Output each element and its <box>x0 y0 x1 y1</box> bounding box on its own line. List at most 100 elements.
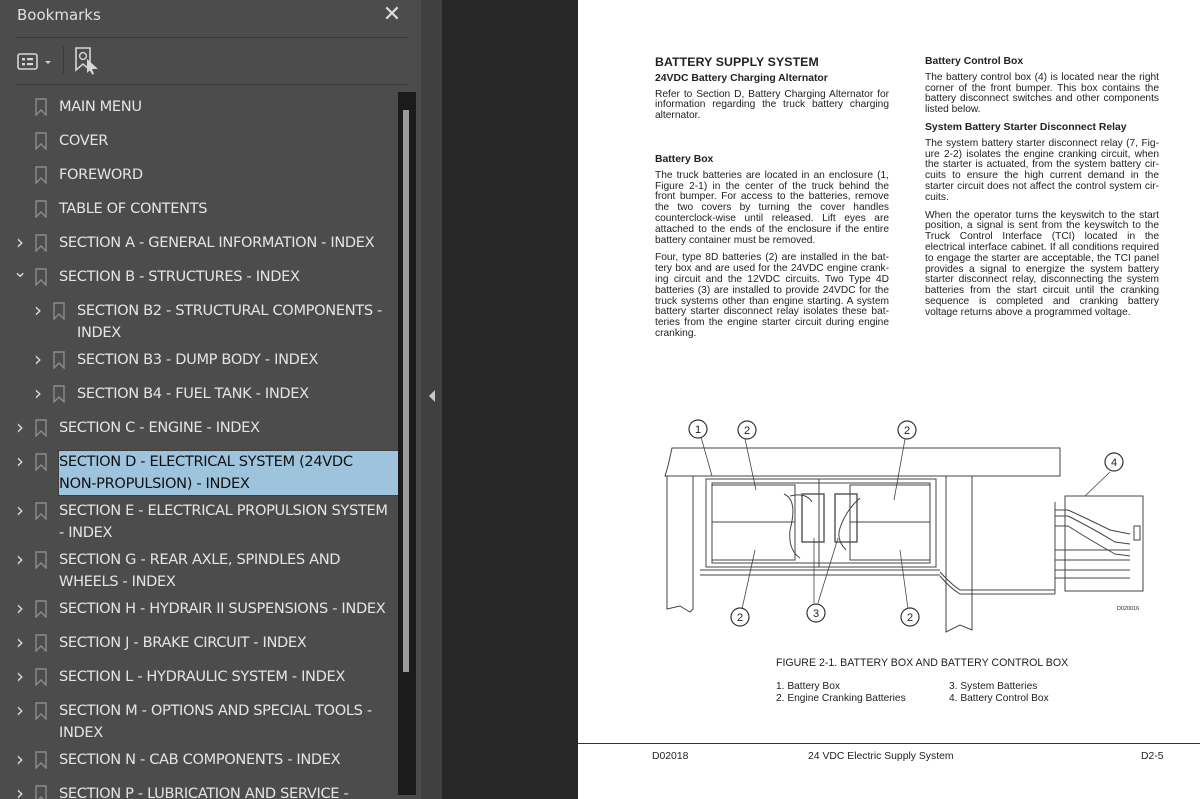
chevron-right-icon[interactable]: › <box>31 349 45 371</box>
bookmark-label: SECTION B4 - FUEL TANK - INDEX <box>77 385 309 402</box>
bookmark-icon <box>35 785 47 799</box>
bookmark-label: SECTION D - ELECTRICAL SYSTEM (24VDC NON… <box>58 450 398 496</box>
bookmark-label: SECTION B2 - STRUCTURAL COMPONENTS - IND… <box>77 302 382 341</box>
battery-control-box <box>1064 495 1144 592</box>
legend-item: 3. System Batteries <box>949 681 1038 692</box>
svg-text:2: 2 <box>737 612 743 624</box>
bookmark-tree: MAIN MENU COVER FOREWORD TABLE OF CONTENTS ›… <box>0 92 398 799</box>
close-icon[interactable]: ✕ <box>381 2 403 28</box>
subheading: System Battery Starter Disconnect Relay <box>925 121 1127 133</box>
right-column: Battery Control Box The battery control … <box>925 56 1159 326</box>
subheading: Battery Box <box>655 153 714 165</box>
bookmark-label: SECTION B - STRUCTURES - INDEX <box>59 268 300 285</box>
chevron-right-icon[interactable]: › <box>31 383 45 405</box>
bookmark-label: SECTION L - HYDRAULIC SYSTEM - INDEX <box>59 668 346 685</box>
bookmarks-toolbar <box>0 40 421 84</box>
battery-box-diagram: 1 2 2 2 2 3 4 D020016 <box>664 419 1144 633</box>
footer-rule <box>578 743 1200 744</box>
section-heading: BATTERY SUPPLY SYSTEM <box>655 55 819 69</box>
chevron-right-icon[interactable]: › <box>13 632 27 654</box>
bookmark-label: SECTION C - ENGINE - INDEX <box>59 419 260 436</box>
bookmark-icon <box>35 600 47 618</box>
svg-text:3: 3 <box>813 608 819 620</box>
left-post <box>666 476 694 613</box>
bookmark-label: SECTION N - CAB COMPONENTS - INDEX <box>59 751 341 768</box>
paragraph: The system battery starter disconnect re… <box>925 137 1159 203</box>
list-options-icon <box>17 53 51 70</box>
bookmark-icon <box>35 668 47 686</box>
find-current-bookmark-icon <box>75 47 98 75</box>
callout-2: 2 <box>900 607 920 627</box>
bookmark-icon <box>35 453 47 471</box>
bookmark-icon <box>35 419 47 437</box>
chevron-right-icon[interactable]: › <box>13 549 27 571</box>
scrollbar-thumb[interactable] <box>403 110 409 672</box>
subheading: Battery Control Box <box>925 56 1024 67</box>
bookmark-icon <box>35 268 47 286</box>
options-menu-button[interactable] <box>16 50 56 74</box>
bookmark-label: MAIN MENU <box>59 98 142 115</box>
bookmark-label: COVER <box>59 132 109 149</box>
footer-title: 24 VDC Electric Supply System <box>808 751 954 762</box>
paragraph: The battery control box (4) is located n… <box>925 71 1159 116</box>
legend-item: 4. Battery Control Box <box>949 692 1049 704</box>
system-battery <box>834 493 858 543</box>
bookmark-icon <box>35 132 47 150</box>
bookmark-label: SECTION G - REAR AXLE, SPINDLES AND WHEE… <box>59 551 341 590</box>
chevron-right-icon[interactable]: › <box>13 598 27 620</box>
chevron-down-icon[interactable]: ⌄ <box>13 264 27 288</box>
bookmarks-header: Bookmarks ✕ <box>0 0 421 38</box>
bookmark-icon <box>35 702 47 720</box>
bookmark-label: TABLE OF CONTENTS <box>59 200 208 217</box>
paragraph: When the operator turns the keyswitch to… <box>925 209 1159 318</box>
callout-2: 2 <box>737 420 757 440</box>
bookmark-label: SECTION B3 - DUMP BODY - INDEX <box>77 351 319 368</box>
collapse-panel-arrow-icon[interactable] <box>428 389 436 403</box>
find-current-bookmark-button[interactable] <box>73 46 101 76</box>
bookmark-label: SECTION H - HYDRAIR II SUSPENSIONS - IND… <box>59 600 386 617</box>
chevron-right-icon[interactable]: › <box>13 232 27 254</box>
bookmark-label: SECTION J - BRAKE CIRCUIT - INDEX <box>59 634 307 651</box>
bookmark-label: SECTION P - LUBRICATION AND SERVICE - <box>59 785 349 799</box>
toolbar-separator <box>63 46 64 74</box>
bookmark-label: SECTION M - OPTIONS AND SPECIAL TOOLS - … <box>59 702 372 741</box>
svg-text:1: 1 <box>695 424 701 436</box>
chevron-right-icon[interactable]: › <box>13 749 27 771</box>
panel-title: Bookmarks <box>17 6 101 24</box>
figure-caption: FIGURE 2-1. BATTERY BOX AND BATTERY CONT… <box>776 657 1069 669</box>
subheading: 24VDC Battery Charging Alternator <box>655 72 828 84</box>
battery-box <box>705 478 937 568</box>
bookmark-icon <box>35 234 47 252</box>
bookmarks-panel: Bookmarks ✕ MAIN MENU COVER FOREWORD TABLE … <box>0 0 421 799</box>
left-column: BATTERY SUPPLY SYSTEM 24VDC Battery Char… <box>655 55 889 347</box>
chevron-right-icon[interactable]: › <box>13 700 27 722</box>
paragraph: The truck batteries are located in an en… <box>655 169 889 246</box>
chevron-right-icon[interactable]: › <box>13 451 27 473</box>
legend-item: 1. Battery Box <box>776 681 840 692</box>
chevron-right-icon[interactable]: › <box>13 666 27 688</box>
chevron-right-icon[interactable]: › <box>13 500 27 522</box>
chevron-right-icon[interactable]: › <box>13 783 27 799</box>
bookmark-icon <box>35 634 47 652</box>
chevron-right-icon[interactable]: › <box>13 417 27 439</box>
bookmark-icon <box>35 166 47 184</box>
bookmark-icon <box>35 551 47 569</box>
footer-page-number: D2-5 <box>1141 751 1164 762</box>
bookmark-label: FOREWORD <box>59 166 143 183</box>
system-battery <box>801 493 825 543</box>
divider <box>16 84 408 85</box>
bumper-beam <box>664 447 1061 477</box>
paragraph: Refer to Section D, Battery Charging Alt… <box>655 88 889 122</box>
callout-4: 4 <box>1104 452 1124 472</box>
svg-text:2: 2 <box>907 612 913 624</box>
chevron-right-icon[interactable]: › <box>31 300 45 322</box>
svg-text:2: 2 <box>744 425 750 437</box>
bookmark-icon <box>35 751 47 769</box>
drawing-id: D020016 <box>1117 606 1139 612</box>
bookmark-icon <box>53 351 65 369</box>
bookmark-icon <box>35 98 47 116</box>
bookmark-label: SECTION A - GENERAL INFORMATION - INDEX <box>59 234 375 251</box>
bookmark-icon <box>53 385 65 403</box>
pdf-page: BATTERY SUPPLY SYSTEM 24VDC Battery Char… <box>578 0 1200 799</box>
callout-1: 1 <box>688 419 708 439</box>
